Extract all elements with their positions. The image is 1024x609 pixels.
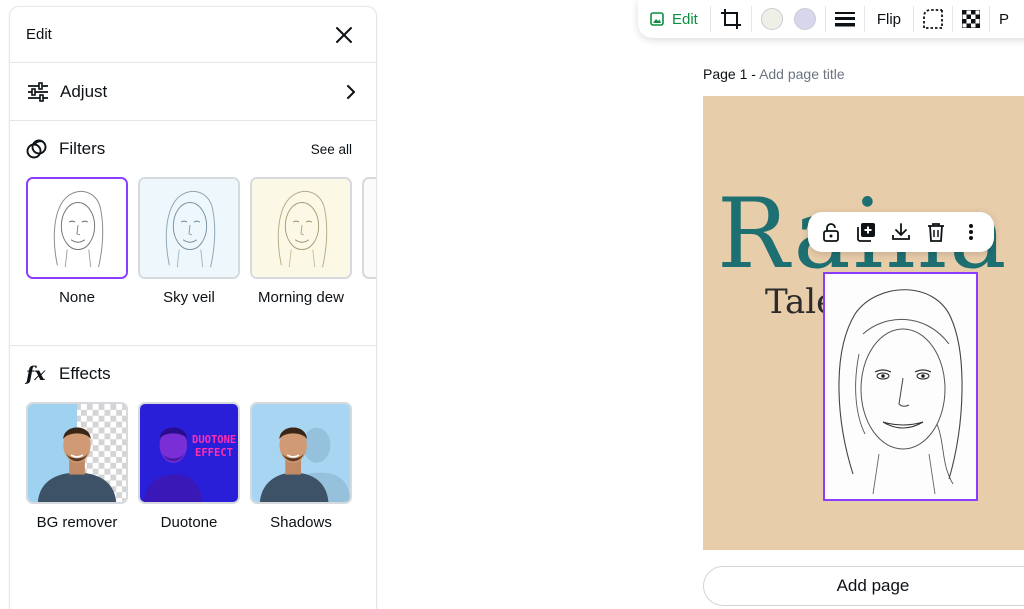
filter-thumbnail[interactable] (250, 177, 352, 279)
filter-thumbnail-partial[interactable] (362, 177, 376, 279)
crop-button[interactable] (711, 4, 751, 34)
see-all-link[interactable]: See all (311, 142, 352, 157)
panel-header: Edit (10, 7, 376, 63)
border-weight-icon (834, 12, 855, 27)
duotone-overlay-text: DUOTONE EFFECT (192, 434, 237, 459)
fx-icon: fx (26, 363, 46, 385)
effect-bg-remover[interactable]: BG remover (26, 402, 128, 531)
effect-thumbnail[interactable] (250, 402, 352, 504)
duplicate-button[interactable] (852, 218, 880, 246)
delete-button[interactable] (922, 218, 950, 246)
color-swatch-1[interactable] (752, 4, 792, 34)
filters-section: Filters See all None Sky veil Morning de… (10, 121, 376, 306)
edit-panel: Edit Adjust Filters See all None Sky vei… (9, 6, 377, 609)
face-sketch-image (140, 179, 238, 277)
transparency-button[interactable] (953, 4, 989, 34)
effect-label: Duotone (160, 514, 218, 531)
trash-icon (927, 223, 944, 242)
image-icon (650, 12, 664, 26)
filter-label: None (59, 289, 95, 306)
filter-none[interactable]: None (26, 177, 128, 306)
rounded-corner-icon (923, 9, 943, 29)
unlock-icon (823, 223, 840, 242)
effects-section: fx Effects BG remover DUOTONE EFFECT Duo… (10, 346, 376, 531)
corner-rounding-button[interactable] (914, 4, 952, 34)
filter-label: Morning dew (258, 289, 344, 306)
swatch-1 (760, 8, 783, 30)
filter-sky-veil[interactable]: Sky veil (138, 177, 240, 306)
sliders-icon (28, 81, 48, 102)
transparency-icon (962, 10, 981, 28)
face-sketch-image (252, 179, 350, 277)
effect-thumbnail[interactable] (26, 402, 128, 504)
effects-title: Effects (59, 364, 111, 383)
filter-label: Sky veil (163, 289, 215, 306)
filter-thumbnail[interactable] (138, 177, 240, 279)
lock-button[interactable] (817, 218, 845, 246)
man-photo-checkered-image (28, 404, 126, 502)
close-button[interactable] (330, 21, 358, 49)
border-style-button[interactable] (826, 4, 864, 34)
filters-icon (26, 139, 47, 159)
face-sketch-image (28, 179, 126, 277)
editor-page: Edit Adjust Filters See all None Sky vei… (0, 0, 1024, 609)
filter-thumbnail[interactable] (26, 177, 128, 279)
effect-label: BG remover (36, 514, 118, 531)
adjust-label: Adjust (60, 81, 108, 101)
download-button[interactable] (887, 218, 915, 246)
effect-duotone[interactable]: DUOTONE EFFECT Duotone (138, 402, 240, 531)
close-icon (336, 26, 352, 43)
image-toolbar: Edit Flip P (638, 0, 1024, 38)
more-options-button[interactable] (957, 218, 985, 246)
adjust-row[interactable]: Adjust (10, 63, 376, 121)
effect-thumbnail[interactable]: DUOTONE EFFECT (138, 402, 240, 504)
duplicate-icon (857, 223, 876, 242)
flip-button[interactable]: Flip (865, 4, 913, 34)
add-page-button[interactable]: Add page (703, 566, 1024, 606)
face-sketch-image (825, 274, 976, 499)
effect-label: Shadows (270, 514, 332, 531)
element-floating-toolbar (808, 212, 994, 252)
more-toolbar-item[interactable]: P (990, 4, 1018, 34)
page-number-label: Page 1 - (703, 66, 756, 82)
edit-image-button[interactable]: Edit (650, 6, 711, 32)
filter-morning-dew[interactable]: Morning dew (250, 177, 352, 306)
more-vertical-icon (968, 224, 973, 240)
filter-thumbnails: None Sky veil Morning dew (26, 177, 376, 306)
download-icon (892, 223, 910, 240)
effect-thumbnails: BG remover DUOTONE EFFECT Duotone Shadow… (26, 402, 376, 531)
edit-button-label: Edit (672, 10, 698, 28)
man-photo-shadow-image (252, 404, 350, 502)
crop-icon (720, 9, 741, 29)
swatch-2 (793, 8, 816, 30)
add-page-title[interactable]: Add page title (759, 66, 845, 82)
chevron-right-icon (347, 84, 355, 99)
selected-sketch-image[interactable] (823, 272, 978, 501)
filters-title: Filters (59, 139, 106, 158)
color-swatch-2[interactable] (792, 4, 825, 34)
effect-shadows[interactable]: Shadows (250, 402, 352, 531)
page-label: Page 1 - Add page title (703, 66, 845, 82)
panel-title: Edit (26, 26, 52, 43)
design-canvas[interactable]: Raina fi Tale ne n (703, 96, 1024, 550)
